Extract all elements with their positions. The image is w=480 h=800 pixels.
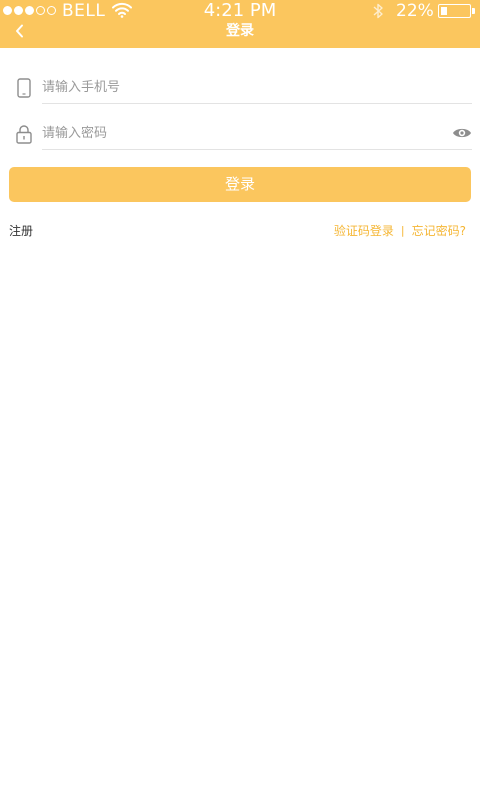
page-title: 登录 [226,23,254,39]
password-input[interactable] [42,116,442,150]
status-bar: BELL 4:21 PM 22% [0,0,480,22]
login-button[interactable]: 登录 [9,167,471,202]
sms-login-link[interactable]: 验证码登录 [334,222,394,240]
battery-percentage: 22% [396,1,434,21]
phone-input[interactable] [42,70,442,104]
battery-icon [438,4,475,18]
phone-underline [42,103,472,104]
password-underline [42,149,472,150]
phone-icon [14,77,34,99]
password-field-row [14,116,472,152]
eye-icon[interactable] [452,125,472,141]
phone-field-row [14,70,472,106]
lock-icon [14,123,34,145]
battery-level-fill [440,6,447,15]
top-bar: BELL 4:21 PM 22% 登录 [0,0,480,48]
login-options: 验证码登录 | 忘记密码? [334,222,466,240]
register-link[interactable]: 注册 [9,222,33,240]
forgot-password-link[interactable]: 忘记密码? [412,222,466,240]
link-separator: | [400,224,405,237]
